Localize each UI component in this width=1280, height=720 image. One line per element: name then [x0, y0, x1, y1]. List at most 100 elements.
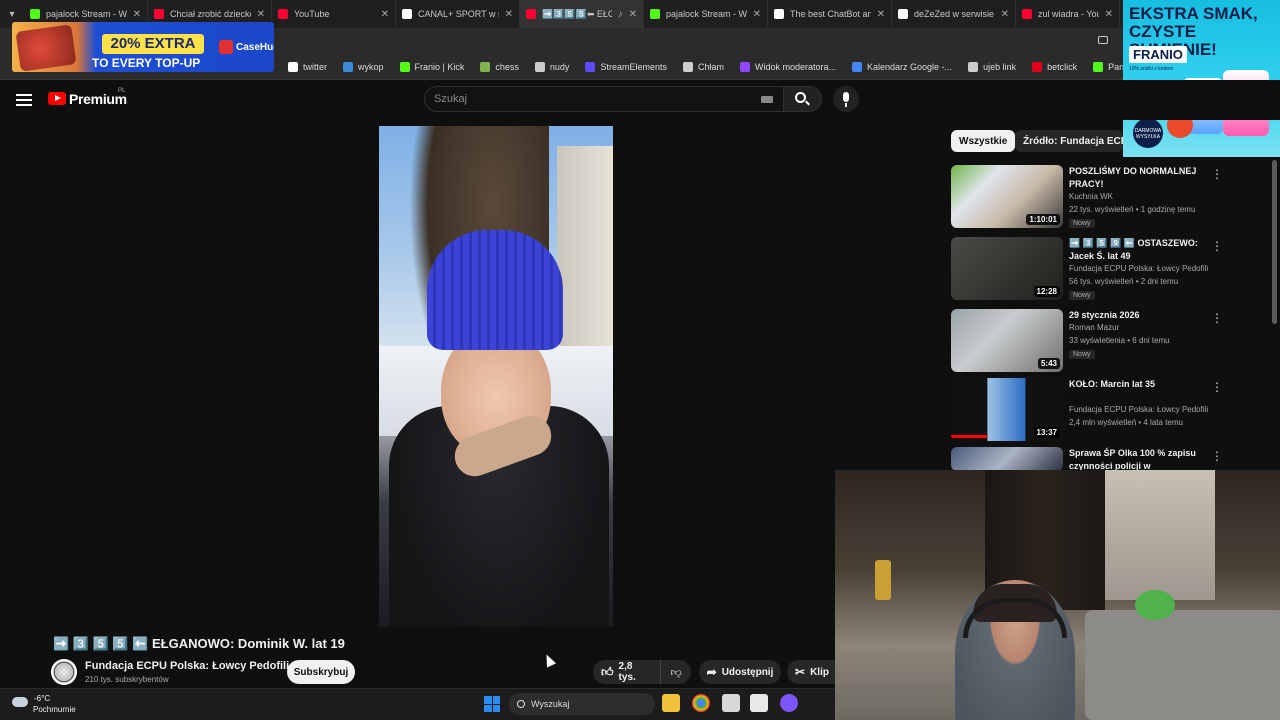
file-explorer-icon[interactable] [662, 694, 680, 712]
filter-chip-source[interactable]: Źródło: Fundacja ECPU Polska [1015, 130, 1123, 152]
more-options-icon[interactable]: ⋮ [1211, 311, 1223, 325]
video-player[interactable] [379, 126, 613, 627]
bookmark-item[interactable]: StreamElements [577, 61, 675, 72]
taskbar-search[interactable]: Wyszukaj [509, 693, 655, 715]
more-options-icon[interactable]: ⋮ [1211, 380, 1223, 394]
video-thumbnail[interactable] [951, 447, 1063, 471]
app-icon[interactable] [722, 694, 740, 712]
recommended-channel-name[interactable]: Roman Mazur [1069, 323, 1211, 332]
recommended-video-title[interactable]: 29 stycznia 2026 [1069, 309, 1209, 322]
video-thumbnail[interactable]: 12:28 [951, 237, 1063, 300]
dislike-button[interactable]: 👎︎ [661, 660, 691, 684]
video-thumbnail[interactable]: 13:37 [951, 378, 1063, 441]
bookmark-item[interactable]: Chłam [675, 61, 732, 72]
install-app-icon[interactable] [1098, 36, 1108, 44]
bookmark-item[interactable]: twitter [280, 61, 335, 72]
recommended-video[interactable]: 5:43 29 stycznia 2026 Roman Mazur 33 wyświe… [951, 309, 1223, 375]
filter-chip-all[interactable]: Wszystkie [951, 130, 1016, 152]
bookmark-item[interactable]: wykop [335, 61, 392, 72]
recommended-channel-name[interactable]: Fundacja ECPU Polska: Łowcy Pedofili [1069, 405, 1211, 414]
recommended-video-title[interactable]: ➡️ 3️⃣ 5️⃣ 9️⃣ ⬅️ OSTASZEWO: Jacek Ś. la… [1069, 237, 1209, 263]
windows-start-icon[interactable] [484, 696, 500, 712]
close-tab-icon[interactable]: ✕ [505, 9, 513, 20]
weather-description[interactable]: Pochmurnie [33, 705, 76, 714]
audio-playing-icon[interactable]: ♪ [618, 9, 623, 20]
casehug-logo-icon [219, 40, 233, 54]
recommended-video[interactable]: 1:10:01 POSZLIŚMY DO NORMALNEJ PRACY! Kuch… [951, 165, 1223, 231]
bookmark-label: Widok moderatora... [754, 61, 837, 72]
recommended-video-title[interactable]: POSZLIŚMY DO NORMALNEJ PRACY! [1069, 165, 1209, 191]
video-thumbnail[interactable]: 5:43 [951, 309, 1063, 372]
close-tab-icon[interactable]: ✕ [877, 9, 885, 20]
franio-ad-banner[interactable]: EKSTRA SMAK, CZYSTE SUMIENIE! FRANIO 10%… [1123, 0, 1280, 157]
close-tab-icon[interactable]: ✕ [381, 9, 389, 20]
browser-tab[interactable]: deZeZed w serwisie X ✕ [892, 0, 1016, 28]
streamelements-icon [585, 61, 596, 72]
browser-tab[interactable]: The best ChatBot and ✕ [768, 0, 892, 28]
tab-favicon-icon [30, 9, 40, 19]
close-tab-icon[interactable]: ✕ [257, 9, 265, 20]
tab-title: zul wiadra - YouTube [1038, 9, 1099, 19]
hamburger-menu-icon[interactable] [16, 94, 32, 108]
bookmark-item[interactable]: ujeb link [960, 61, 1024, 72]
close-tab-icon[interactable]: ✕ [753, 9, 761, 20]
close-tab-icon[interactable]: ✕ [1001, 9, 1009, 20]
recommended-video-title[interactable]: KOŁO: Marcin lat 35 [1069, 378, 1209, 391]
wykop-icon [343, 61, 354, 72]
search-input[interactable] [434, 92, 734, 106]
video-thumbnail[interactable]: 1:10:01 [951, 165, 1063, 228]
close-tab-icon[interactable]: ✕ [629, 9, 637, 20]
scrollbar[interactable] [1272, 160, 1277, 324]
recommended-video[interactable]: Sprawa ŚP Olka 100 % zapisu czynności po… [951, 447, 1223, 471]
video-duration: 13:37 [1033, 427, 1060, 438]
thumbs-up-icon: 👍︎ [601, 664, 614, 679]
youtube-logo-icon[interactable] [48, 92, 66, 105]
cloud-icon[interactable] [12, 697, 28, 707]
browser-tab[interactable]: zul wiadra - YouTube ✕ [1016, 0, 1120, 28]
globe-icon [682, 61, 693, 72]
bookmark-item[interactable]: chess [472, 61, 527, 72]
search-button[interactable] [784, 86, 822, 112]
recommended-video[interactable]: 12:28 ➡️ 3️⃣ 5️⃣ 9️⃣ ⬅️ OSTASZEWO: Jacek … [951, 237, 1223, 303]
keyboard-icon[interactable] [761, 96, 773, 103]
close-tab-icon[interactable]: ✕ [1105, 9, 1113, 20]
browser-tab[interactable]: YouTube ✕ [272, 0, 396, 28]
webcam-overlay [835, 470, 1280, 720]
tab-title: CANAL+ SPORT w se [418, 9, 499, 19]
app-icon[interactable] [750, 694, 768, 712]
more-options-icon[interactable]: ⋮ [1211, 167, 1223, 181]
tab-title: ➡️3️⃣5️⃣5️⃣⬅ EŁG [542, 8, 612, 19]
ad-small-print: 10% zniżki z kodem [1129, 66, 1174, 72]
ad-brand: CaseHug [236, 42, 274, 53]
browser-tab[interactable]: ➡️3️⃣5️⃣5️⃣⬅ EŁG ♪ ✕ [520, 0, 644, 28]
bookmark-item[interactable]: Franio | Kick [392, 61, 473, 72]
bookmark-item[interactable]: betclick [1024, 61, 1085, 72]
bookmark-label: Kalendarz Google -... [867, 61, 953, 72]
discord-icon[interactable] [780, 694, 798, 712]
channel-name[interactable]: Fundacja ECPU Polska: Łowcy Pedofili [85, 660, 289, 672]
share-button[interactable]: ➦ Udostępnij [699, 660, 781, 684]
recommended-video[interactable]: 13:37 KOŁO: Marcin lat 35 Fundacja ECPU Po… [951, 378, 1223, 444]
weather-temperature[interactable]: -6°C [34, 694, 50, 703]
recommended-channel-name[interactable]: Kuchnia WK [1069, 192, 1211, 201]
chrome-icon[interactable] [692, 694, 710, 712]
more-options-icon[interactable]: ⋮ [1211, 239, 1223, 253]
browser-tab[interactable]: pajalock Stream - W ✕ [644, 0, 768, 28]
like-button[interactable]: 👍︎ 2,8 tys. [593, 660, 662, 684]
casehug-ad-banner[interactable]: 20% EXTRA TO EVERY TOP-UP CaseHug [12, 22, 274, 72]
twitch-icon [739, 61, 750, 72]
more-options-icon[interactable]: ⋮ [1211, 449, 1223, 463]
bookmark-item[interactable]: Kalendarz Google -... [844, 61, 960, 72]
browser-tab[interactable]: CANAL+ SPORT w se ✕ [396, 0, 520, 28]
tab-favicon-icon [278, 9, 288, 19]
voice-search-button[interactable] [833, 86, 859, 112]
subscribe-button[interactable]: Subskrybuj [287, 660, 355, 684]
recommended-channel-name[interactable]: Fundacja ECPU Polska: Łowcy Pedofili [1069, 264, 1211, 273]
close-tab-icon[interactable]: ✕ [133, 9, 141, 20]
bookmark-item[interactable]: Widok moderatora... [732, 61, 844, 72]
clip-button[interactable]: ✂ Klip [787, 660, 837, 684]
channel-avatar[interactable] [51, 659, 77, 685]
calendar-icon [852, 61, 863, 72]
tab-favicon-icon [526, 9, 536, 19]
bookmark-item[interactable]: nudy [527, 61, 578, 72]
